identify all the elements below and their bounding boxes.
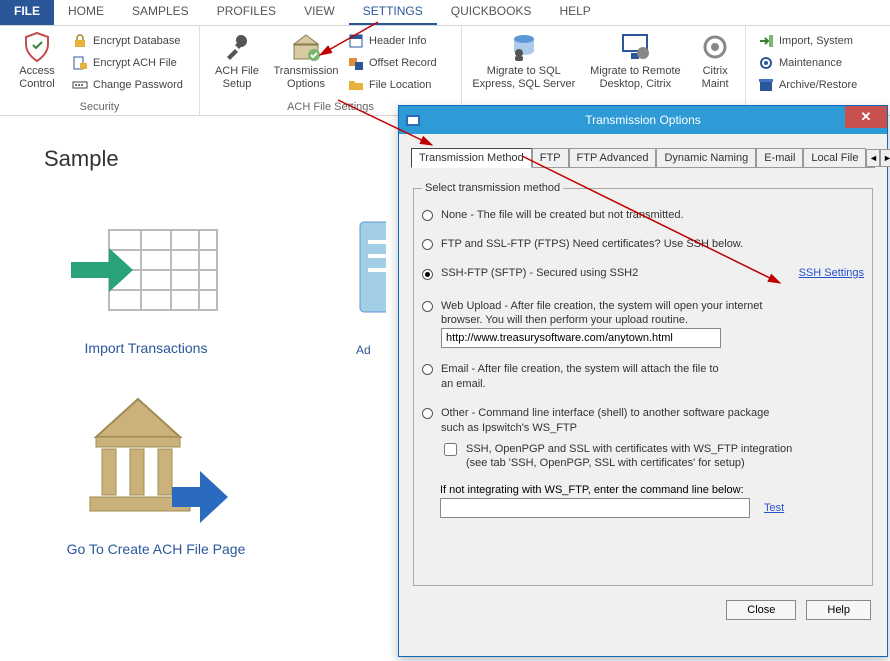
- maintenance-button[interactable]: Maintenance: [754, 53, 861, 73]
- import-icon: [758, 33, 774, 49]
- opt-email[interactable]: Email - After file creation, the system …: [422, 362, 864, 392]
- tile-import-label: Import Transactions: [85, 340, 208, 356]
- monitor-gear-icon: [619, 31, 651, 63]
- citrix-maint-button[interactable]: Citrix Maint: [691, 29, 739, 100]
- command-line-input[interactable]: [440, 498, 750, 518]
- wsftp-integration-check[interactable]: SSH, OpenPGP and SSL with certificates w…: [440, 442, 864, 471]
- dialog-icon: [405, 112, 421, 128]
- dialog-title-bar[interactable]: Transmission Options ✕: [399, 106, 887, 134]
- import-arrow-grid-icon: [71, 212, 221, 322]
- database-user-icon: [508, 31, 540, 63]
- radio-none[interactable]: [422, 210, 433, 221]
- group-ach-settings: ACH File Setup Transmission Options Head…: [200, 26, 462, 115]
- radio-email[interactable]: [422, 364, 433, 375]
- fieldset-legend: Select transmission method: [422, 182, 563, 194]
- opt-none[interactable]: None - The file will be created but not …: [422, 208, 864, 223]
- tile-import-transactions[interactable]: Import Transactions: [36, 212, 256, 357]
- tab-scroll-right-button[interactable]: ►: [880, 149, 890, 167]
- radio-ftps[interactable]: [422, 239, 433, 250]
- tab-view[interactable]: VIEW: [290, 0, 349, 25]
- group-misc: Import, System Maintenance Archive/Resto…: [746, 26, 886, 115]
- gear-icon: [699, 31, 731, 63]
- archive-icon: [758, 77, 774, 93]
- tab-quickbooks[interactable]: QUICKBOOKS: [437, 0, 546, 25]
- dlg-tab-local-file[interactable]: Local File: [803, 148, 866, 167]
- header-info-button[interactable]: Header Info: [344, 31, 441, 51]
- ach-file-setup-button[interactable]: ACH File Setup: [206, 29, 268, 100]
- dlg-tab-transmission-method[interactable]: Transmission Method: [411, 148, 532, 168]
- change-password-button[interactable]: Change Password: [68, 75, 187, 95]
- select-transmission-method-group: Select transmission method None - The fi…: [413, 182, 873, 586]
- tab-file[interactable]: FILE: [0, 0, 54, 25]
- dlg-tab-ftp[interactable]: FTP: [532, 148, 569, 167]
- tab-settings[interactable]: SETTINGS: [349, 0, 437, 25]
- dlg-tab-dynamic-naming[interactable]: Dynamic Naming: [656, 148, 756, 167]
- dialog-close-button-bottom[interactable]: Close: [726, 600, 796, 620]
- header-icon: [348, 33, 364, 49]
- folder-icon: [348, 77, 364, 93]
- cmd-line-label: If not integrating with WS_FTP, enter th…: [440, 484, 864, 496]
- offset-icon: [348, 55, 364, 71]
- encrypt-database-button[interactable]: Encrypt Database: [68, 31, 187, 51]
- transmission-options-dialog: Transmission Options ✕ Transmission Meth…: [398, 105, 888, 657]
- document-lines-icon: [356, 212, 386, 322]
- dlg-tab-email[interactable]: E-mail: [756, 148, 803, 167]
- dialog-tabstrip: Transmission Method FTP FTP Advanced Dyn…: [411, 144, 875, 168]
- radio-other[interactable]: [422, 408, 433, 419]
- tile-create-label: Go To Create ACH File Page: [67, 541, 246, 557]
- transmission-options-button[interactable]: Transmission Options: [268, 29, 344, 100]
- tab-scroll-left-button[interactable]: ◄: [866, 149, 880, 167]
- group-migrate: Migrate to SQL Express, SQL Server Migra…: [462, 26, 746, 115]
- dialog-help-button[interactable]: Help: [806, 600, 871, 620]
- password-icon: [72, 77, 88, 93]
- shield-icon: [21, 31, 53, 63]
- tab-profiles[interactable]: PROFILES: [203, 0, 290, 25]
- web-upload-url-input[interactable]: [441, 328, 721, 348]
- dialog-title-text: Transmission Options: [585, 113, 701, 127]
- tile-create-ach-file[interactable]: Go To Create ACH File Page: [46, 393, 266, 557]
- archive-restore-button[interactable]: Archive/Restore: [754, 75, 861, 95]
- bank-arrow-icon: [76, 393, 236, 523]
- wsftp-checkbox[interactable]: [444, 443, 457, 456]
- dialog-close-button[interactable]: ✕: [845, 106, 887, 128]
- ribbon-tabs: FILE HOME SAMPLES PROFILES VIEW SETTINGS…: [0, 0, 890, 26]
- tab-samples[interactable]: SAMPLES: [118, 0, 203, 25]
- opt-web-upload[interactable]: Web Upload - After file creation, the sy…: [422, 299, 864, 349]
- offset-record-button[interactable]: Offset Record: [344, 53, 441, 73]
- bank-check-icon: [290, 31, 322, 63]
- maintenance-icon: [758, 55, 774, 71]
- tile-add-truncated: Ad: [356, 212, 386, 357]
- opt-sftp[interactable]: SSH-FTP (SFTP) - Secured using SSH2 SSH …: [422, 266, 864, 281]
- radio-web[interactable]: [422, 301, 433, 312]
- file-location-button[interactable]: File Location: [344, 75, 441, 95]
- dlg-tab-ftp-advanced[interactable]: FTP Advanced: [569, 148, 657, 167]
- file-lock-icon: [72, 55, 88, 71]
- lock-icon: [72, 33, 88, 49]
- radio-sftp[interactable]: [422, 269, 433, 280]
- group-security: Access Control Encrypt Database Encrypt …: [0, 26, 200, 115]
- access-control-button[interactable]: Access Control: [6, 29, 68, 100]
- migrate-remote-button[interactable]: Migrate to Remote Desktop, Citrix: [580, 29, 692, 100]
- test-link[interactable]: Test: [764, 502, 784, 514]
- ribbon: Access Control Encrypt Database Encrypt …: [0, 26, 890, 116]
- opt-ftps[interactable]: FTP and SSL-FTP (FTPS) Need certificates…: [422, 237, 864, 252]
- wrench-screwdriver-icon: [221, 31, 253, 63]
- opt-other[interactable]: Other - Command line interface (shell) t…: [422, 406, 864, 436]
- ssh-settings-link[interactable]: SSH Settings: [799, 266, 864, 281]
- tab-help[interactable]: HELP: [545, 0, 604, 25]
- tab-home[interactable]: HOME: [54, 0, 118, 25]
- group-label-security: Security: [6, 100, 193, 115]
- encrypt-ach-file-button[interactable]: Encrypt ACH File: [68, 53, 187, 73]
- migrate-sql-button[interactable]: Migrate to SQL Express, SQL Server: [468, 29, 580, 100]
- import-system-button[interactable]: Import, System: [754, 31, 861, 51]
